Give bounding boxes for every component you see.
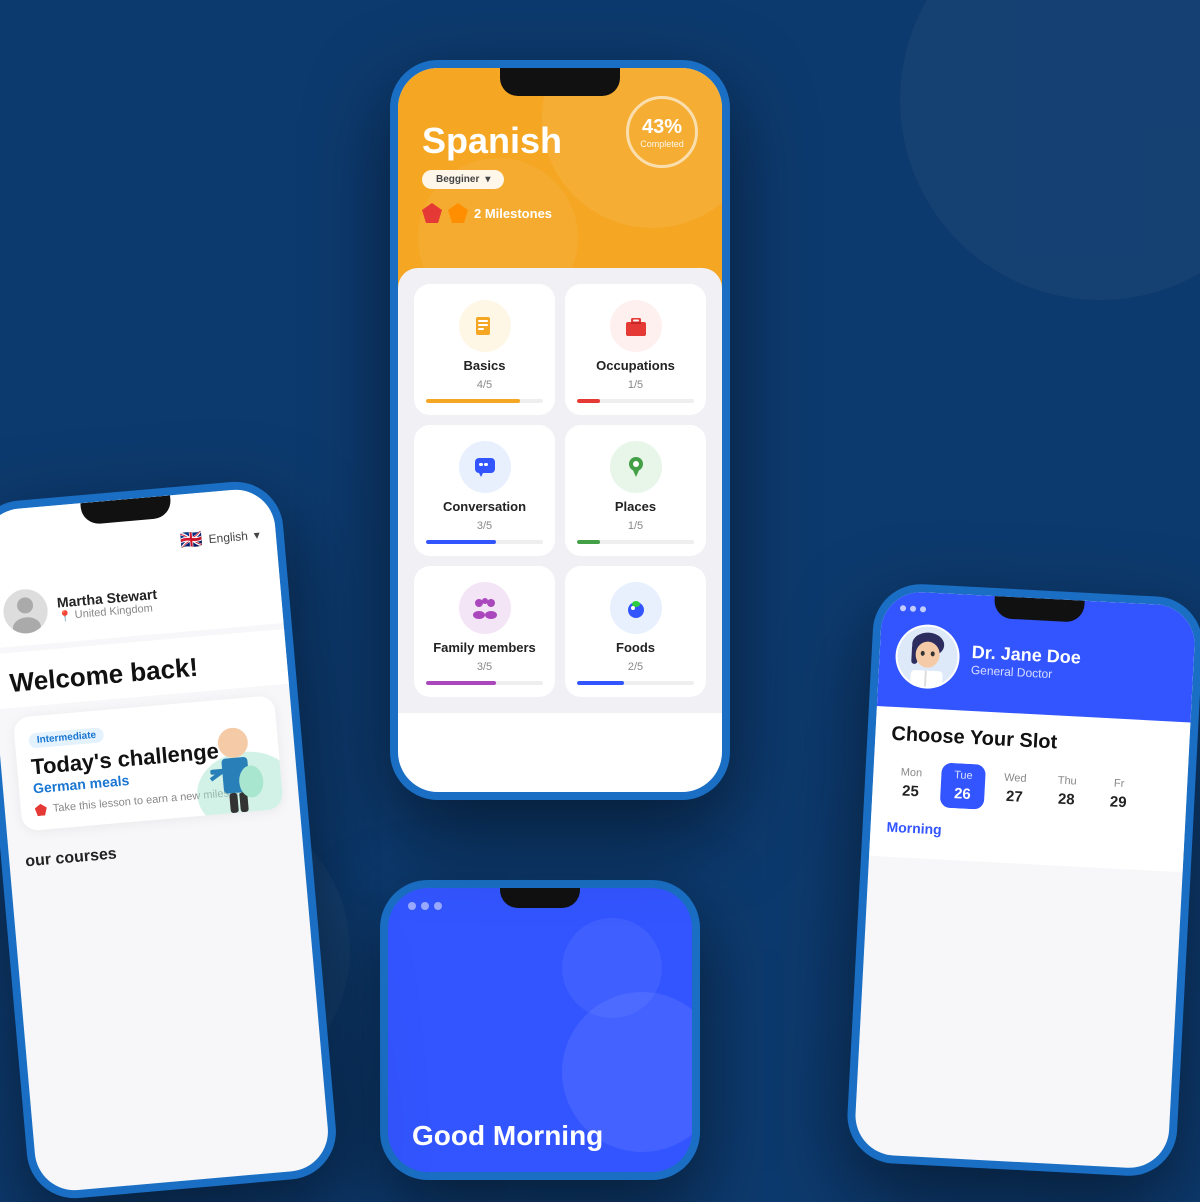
lang-dropdown-icon: ▾ [253,527,260,541]
foods-label: Foods [616,640,655,655]
places-progress-bar [577,540,694,544]
good-morning-content: Good Morning [388,888,692,1172]
occupations-icon [610,300,662,352]
conversation-icon [459,441,511,493]
spanish-title: Spanish [422,120,698,162]
category-conversation[interactable]: Conversation 3/5 [414,425,555,556]
category-basics[interactable]: Basics 4/5 [414,284,555,415]
gem-icon-1 [422,203,442,223]
conversation-progress-bar [426,540,543,544]
level-badge[interactable]: Begginer ▾ [422,170,504,189]
family-count: 3/5 [477,661,492,673]
doctor-avatar [894,623,961,690]
day-mon[interactable]: Mon 25 [888,760,934,807]
header-dot-1 [900,605,906,611]
category-occupations[interactable]: Occupations 1/5 [565,284,706,415]
dropdown-arrow-icon: ▾ [485,174,490,185]
conversation-count: 3/5 [477,520,492,532]
family-icon [459,582,511,634]
basics-progress-fill [426,399,520,403]
family-progress-bar [426,681,543,685]
level-text: Begginer [436,174,479,185]
difficulty-badge: Intermediate [28,727,104,749]
basics-label: Basics [464,358,506,373]
header-dot-3 [920,606,926,612]
day-tue[interactable]: Tue 26 [940,762,986,809]
category-foods[interactable]: Foods 2/5 [565,566,706,697]
language-selector[interactable]: 🇬🇧 English ▾ [179,524,260,552]
foods-progress-bar [577,681,694,685]
time-slot-morning: Morning [886,819,1169,856]
category-grid: Basics 4/5 Occupations 1/5 [398,268,722,713]
slot-title: Choose Your Slot [891,723,1174,761]
notch-center [500,68,620,96]
conversation-label: Conversation [443,499,526,514]
day-tabs: Mon 25 Tue 26 Wed 27 Thu 28 [888,760,1172,820]
foods-count: 2/5 [628,661,643,673]
gem-icon-2 [448,203,468,223]
flag-icon: 🇬🇧 [179,529,203,552]
header-dot-2 [910,606,916,612]
dot-2 [421,902,429,910]
occupations-progress-fill [577,399,600,403]
day-thu[interactable]: Thu 28 [1044,768,1090,815]
foods-progress-fill [577,681,624,685]
phone-center: 43% Completed Spanish Begginer ▾ 2 Miles… [390,60,730,800]
status-dots [408,902,442,910]
day-column-headers: Mon 25 Tue 26 Wed 27 Thu 28 [888,760,1172,820]
basics-progress-bar [426,399,543,403]
category-family[interactable]: Family members 3/5 [414,566,555,697]
category-places[interactable]: Places 1/5 [565,425,706,556]
welcome-title: Welcome back! [9,646,272,697]
bg-circle-2 [562,918,662,1018]
places-progress-fill [577,540,600,544]
dot-3 [434,902,442,910]
phone-right: Dr. Jane Doe General Doctor Choose Your … [845,582,1200,1178]
challenge-card[interactable]: Intermediate Today's challenge German me… [13,695,284,832]
dot-1 [408,902,416,910]
phone-left: 🇬🇧 English ▾ Martha Stewart 📍 United Kin… [0,478,340,1202]
places-icon [610,441,662,493]
language-label: English [208,528,248,545]
day-wed[interactable]: Wed 27 [992,765,1038,812]
courses-title: our courses [25,845,118,870]
places-count: 1/5 [628,520,643,532]
header-dots [900,605,926,612]
milestones-row: 2 Milestones [422,203,698,223]
occupations-label: Occupations [596,358,675,373]
family-label: Family members [433,640,536,655]
notch-bottom [500,888,580,908]
basics-icon [459,300,511,352]
occupations-count: 1/5 [628,379,643,391]
basics-count: 4/5 [477,379,492,391]
phone-bottom: Good Morning [380,880,700,1180]
slot-section: Choose Your Slot Mon 25 Tue 26 Wed 27 [869,706,1190,872]
places-label: Places [615,499,656,514]
family-progress-fill [426,681,496,685]
spanish-header: 43% Completed Spanish Begginer ▾ 2 Miles… [398,68,722,288]
day-fri[interactable]: Fr 29 [1095,771,1141,818]
avatar [2,588,50,636]
milestone-gem-icon [34,803,47,816]
challenge-illustration [175,698,284,827]
greeting-title: Good Morning [412,1120,668,1152]
conversation-progress-fill [426,540,496,544]
milestone-count: 2 Milestones [474,206,552,221]
location-pin-icon: 📍 [58,609,73,623]
foods-icon [610,582,662,634]
occupations-progress-bar [577,399,694,403]
